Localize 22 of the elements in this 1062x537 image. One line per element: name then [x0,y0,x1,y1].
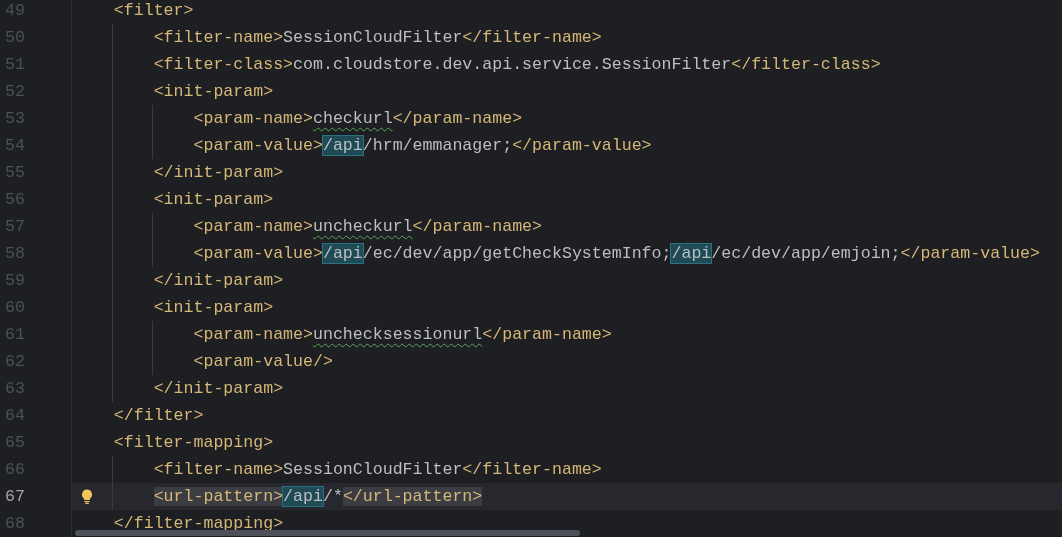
code-line: <filter-name>SessionCloudFilter</filter-name> [153,28,602,47]
code-line: <param-name>unchecksessionurl</param-name> [193,325,612,344]
code-line: <filter-name>SessionCloudFilter</filter-name> [153,460,602,479]
code-line: <param-value>/api/hrm/emmanager;</param-value> [193,136,652,155]
lightbulb-icon[interactable] [81,489,93,504]
code-line: <url-pattern>/api/*</url-pattern> [153,487,483,506]
code-line: </init-param> [153,163,284,182]
code-line: </filter-mapping> [113,514,284,533]
code-line: <init-param> [153,298,274,317]
code-line: </init-param> [153,271,284,290]
code-line: <init-param> [153,190,274,209]
code-line: </filter> [113,406,204,425]
code-line: </init-param> [153,379,284,398]
horizontal-scrollbar[interactable] [75,530,580,536]
code-line: <filter-class>com.cloudstore.dev.api.service.SessionFilter</filter-class> [153,55,881,74]
code-line: <filter> [113,1,194,20]
code-line: <init-param> [153,82,274,101]
code-line: <param-name>uncheckurl</param-name> [193,217,543,236]
code-line: <param-value/> [193,352,333,371]
code-line: <filter-mapping> [113,433,274,452]
line-number: 67 [5,487,25,506]
code-line: <param-name>checkurl</param-name> [193,109,523,128]
